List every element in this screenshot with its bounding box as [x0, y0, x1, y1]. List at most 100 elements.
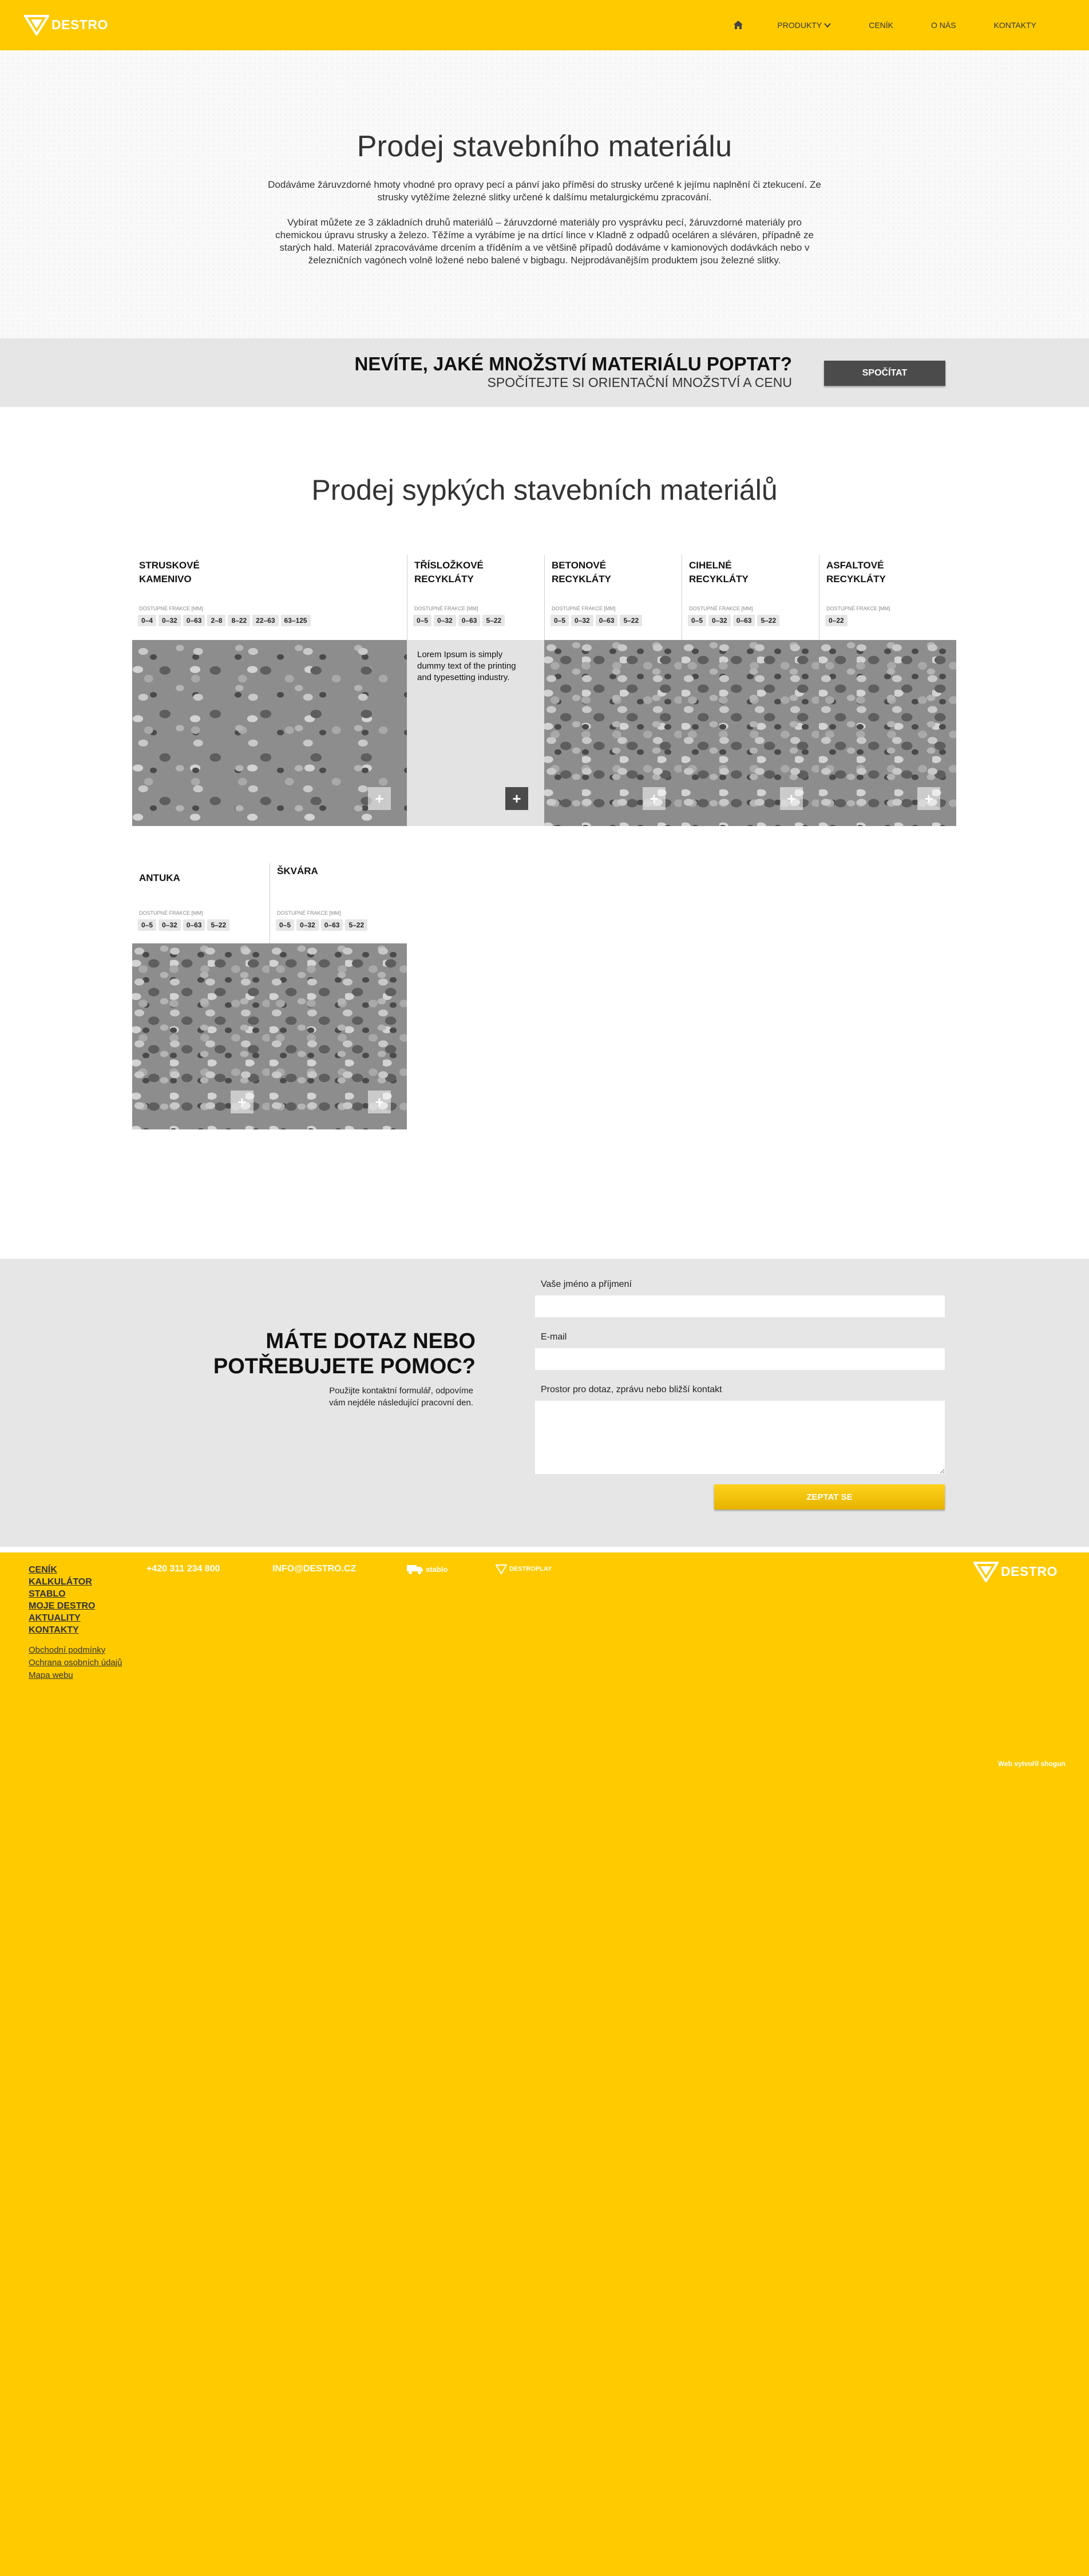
email-field[interactable] — [535, 1348, 945, 1370]
footer-link-stablo[interactable]: STABLO — [29, 1588, 95, 1600]
footer-email[interactable]: INFO@DESTRO.CZ — [272, 1564, 356, 1574]
product-card-asfaltove-recyklaty[interactable]: ASFALTOVÉ RECYKLÁTY DOSTUPNÉ FRAKCE [mm] … — [819, 555, 956, 826]
fraction-badge: 0–32 — [571, 615, 593, 626]
product-image: + — [819, 640, 956, 826]
main-nav: PRODUKTY CENÍK O NÁS KONTAKTY — [732, 0, 1089, 50]
message-field[interactable] — [535, 1401, 945, 1474]
fractions-list: 0–22 — [825, 615, 848, 626]
product-card-header: BETONOVÉ RECYKLÁTY DOSTUPNÉ FRAKCE [mm] 0… — [544, 555, 682, 640]
fraction-badge: 0–32 — [434, 615, 456, 626]
footer-link-kalkulator[interactable]: KALKULÁTOR — [29, 1576, 95, 1588]
hero-text: Dodáváme žáruvzdorné hmoty vhodné pro op… — [267, 179, 822, 279]
fraction-badge: 0–63 — [595, 615, 618, 626]
nav-item-label: KONTAKTY — [993, 21, 1036, 30]
footer-link-sitemap[interactable]: Mapa webu — [29, 1669, 122, 1682]
footer-link-privacy[interactable]: Ochrana osobních údajů — [29, 1657, 122, 1669]
name-field[interactable] — [535, 1295, 945, 1317]
product-card-skvara[interactable]: ŠKVÁRA DOSTUPNÉ FRAKCE [mm] 0–5 0–32 0–6… — [270, 863, 407, 1134]
fractions-label: DOSTUPNÉ FRAKCE [mm] — [689, 606, 753, 611]
destroplay-logo-icon — [496, 1564, 507, 1574]
fraction-badge: 0–63 — [320, 919, 343, 931]
fractions-list: 0–5 0–32 0–63 5–22 — [413, 615, 505, 626]
site-footer: CENÍK KALKULÁTOR STABLO MOJE DESTRO AKTU… — [0, 1547, 1089, 2576]
calculator-band: NEVÍTE, JAKÉ MNOŽSTVÍ MATERIÁLU POPTAT? … — [0, 338, 1089, 407]
calculate-button[interactable]: SPOČÍTAT — [824, 361, 945, 386]
footer-logo[interactable]: DESTRO — [973, 1560, 1058, 1582]
contact-title: MÁTE DOTAZ NEBO POTŘEBUJETE POMOC? — [213, 1329, 476, 1378]
fraction-badge: 0–5 — [551, 615, 569, 626]
product-card-trislozkove-recyklaty[interactable]: TŘÍSLOŽKOVÉ RECYKLÁTY DOSTUPNÉ FRAKCE [mm… — [407, 555, 544, 826]
fraction-badge: 0–5 — [138, 919, 157, 931]
logo[interactable]: DESTRO — [24, 14, 108, 35]
footer-phone[interactable]: +420 311 234 800 — [146, 1564, 220, 1574]
product-card-header: ANTUKA DOSTUPNÉ FRAKCE [mm] 0–5 0–32 0–6… — [132, 863, 270, 948]
footer-divider — [0, 1547, 1089, 1552]
fractions-list: 0–4 0–32 0–63 2–8 8–22 22–63 63–125 — [138, 615, 311, 626]
product-image: + — [682, 640, 819, 826]
plus-icon[interactable]: + — [231, 1091, 254, 1113]
fraction-badge: 22–63 — [252, 615, 279, 626]
nav-item-produkty[interactable]: PRODUKTY — [777, 21, 831, 30]
fraction-badge: 0–32 — [159, 919, 181, 931]
footer-link-cenik[interactable]: CENÍK — [29, 1564, 95, 1576]
fractions-label: DOSTUPNÉ FRAKCE [mm] — [139, 910, 203, 916]
product-card-struskove-kamenivo[interactable]: STRUSKOVÉ KAMENIVO DOSTUPNÉ FRAKCE [mm] 0… — [132, 555, 407, 826]
product-image: + — [544, 640, 682, 826]
footer-link-aktuality[interactable]: AKTUALITY — [29, 1612, 95, 1624]
product-name: BETONOVÉ RECYKLÁTY — [552, 560, 611, 584]
product-card-header: CIHELNÉ RECYKLÁTY DOSTUPNÉ FRAKCE [mm] 0–… — [682, 555, 819, 640]
fraction-badge: 0–63 — [183, 615, 205, 626]
footer-link-terms[interactable]: Obchodní podmínky — [29, 1644, 122, 1657]
calculator-subtitle: SPOČÍTEJTE SI ORIENTAČNÍ MNOŽSTVÍ A CENU — [487, 375, 792, 390]
product-card-betonove-recyklaty[interactable]: BETONOVÉ RECYKLÁTY DOSTUPNÉ FRAKCE [mm] 0… — [544, 555, 682, 826]
product-card-cihelne-recyklaty[interactable]: CIHELNÉ RECYKLÁTY DOSTUPNÉ FRAKCE [mm] 0–… — [682, 555, 819, 826]
stablo-link[interactable]: stablo — [406, 1563, 448, 1575]
product-image: + — [132, 640, 407, 826]
calculator-title: NEVÍTE, JAKÉ MNOŽSTVÍ MATERIÁLU POPTAT? — [354, 353, 792, 374]
plus-icon[interactable]: + — [780, 787, 803, 810]
home-icon[interactable] — [732, 19, 744, 31]
destroplay-link[interactable]: DESTROPLAY — [496, 1564, 552, 1574]
email-label: E-mail — [541, 1332, 567, 1342]
site-header: DESTRO PRODUKTY CENÍK O NÁS KONTAKTY — [0, 0, 1089, 50]
product-name: CIHELNÉ RECYKLÁTY — [689, 560, 749, 584]
plus-icon[interactable]: + — [368, 787, 391, 810]
plus-icon[interactable]: + — [917, 787, 940, 810]
fractions-label: DOSTUPNÉ FRAKCE [mm] — [139, 606, 203, 611]
product-card-antuka[interactable]: ANTUKA DOSTUPNÉ FRAKCE [mm] 0–5 0–32 0–6… — [132, 863, 270, 1134]
submit-button[interactable]: ZEPTAT SE — [714, 1484, 945, 1510]
plus-icon[interactable]: + — [643, 787, 666, 810]
plus-icon[interactable]: + — [505, 787, 528, 810]
destro-logo-icon — [973, 1562, 999, 1582]
products-section: Prodej sypkých stavebních materiálů STRU… — [0, 407, 1089, 1259]
footer-credit[interactable]: Web vytvořil shogun — [998, 1760, 1066, 1768]
nav-item-label: O NÁS — [931, 21, 956, 30]
footer-link-moje-destro[interactable]: MOJE DESTRO — [29, 1600, 95, 1612]
footer-nav: CENÍK KALKULÁTOR STABLO MOJE DESTRO AKTU… — [29, 1564, 95, 1636]
hero-paragraph: Vybírat můžete ze 3 základních druhů mat… — [275, 217, 814, 266]
nav-item-cenik[interactable]: CENÍK — [869, 21, 893, 30]
product-card-header: ŠKVÁRA DOSTUPNÉ FRAKCE [mm] 0–5 0–32 0–6… — [270, 863, 407, 943]
nav-item-o-nas[interactable]: O NÁS — [931, 21, 956, 30]
product-name: ASFALTOVÉ RECYKLÁTY — [826, 560, 886, 584]
product-name: ANTUKA — [139, 872, 180, 883]
nav-item-label: PRODUKTY — [777, 21, 822, 30]
fractions-label: DOSTUPNÉ FRAKCE [mm] — [826, 606, 890, 611]
stablo-label: stablo — [426, 1564, 448, 1574]
fractions-list: 0–5 0–32 0–63 5–22 — [551, 615, 643, 626]
hero-title: Prodej stavebního materiálu — [357, 130, 732, 163]
fractions-list: 0–5 0–32 0–63 5–22 — [688, 615, 780, 626]
product-card-header: STRUSKOVÉ KAMENIVO DOSTUPNÉ FRAKCE [mm] 0… — [132, 555, 407, 640]
product-name: ŠKVÁRA — [277, 866, 318, 876]
contact-subtitle: Použijte kontaktní formulář, odpovíme vá… — [329, 1386, 473, 1408]
contact-section: MÁTE DOTAZ NEBO POTŘEBUJETE POMOC? Použi… — [0, 1259, 1089, 1547]
nav-item-kontakty[interactable]: KONTAKTY — [994, 21, 1036, 30]
product-card-header: ASFALTOVÉ RECYKLÁTY DOSTUPNÉ FRAKCE [mm] … — [819, 555, 956, 640]
fraction-badge: 5–22 — [757, 615, 780, 626]
fractions-label: DOSTUPNÉ FRAKCE [mm] — [277, 910, 341, 916]
fraction-badge: 5–22 — [482, 615, 505, 626]
fraction-badge: 5–22 — [345, 919, 368, 931]
footer-link-kontakty[interactable]: KONTAKTY — [29, 1624, 95, 1636]
product-image: + — [270, 943, 407, 1129]
plus-icon[interactable]: + — [368, 1091, 391, 1113]
